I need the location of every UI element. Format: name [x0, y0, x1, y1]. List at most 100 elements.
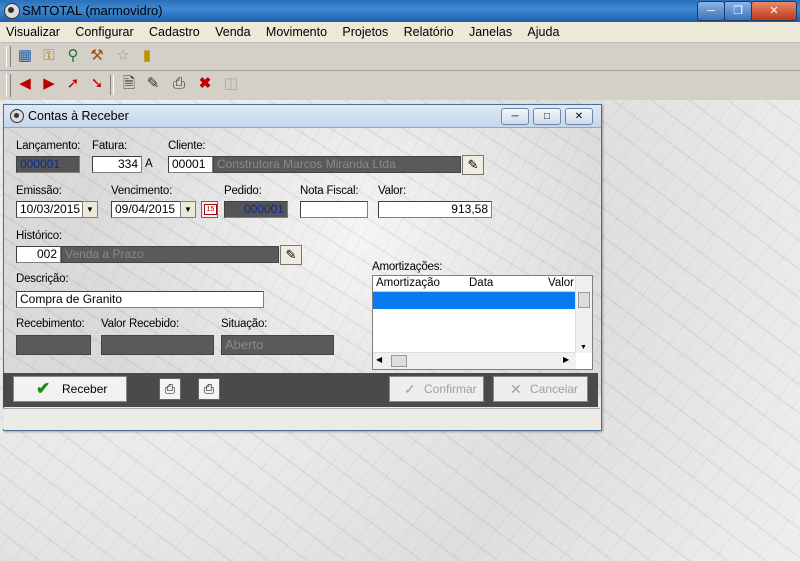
cliente-code-field[interactable]: 00001 [168, 156, 213, 173]
column-valor[interactable]: Valor [548, 277, 574, 289]
arrow-down-right-icon[interactable]: ➘ [88, 75, 106, 93]
scroll-left-icon[interactable]: ◀ [376, 355, 382, 364]
valor-recebido-field [101, 335, 214, 355]
print-icon[interactable]: ⎙ [170, 75, 188, 93]
amortizacoes-header: Amortização Data Valor [373, 276, 576, 292]
menu-cadastro[interactable]: Cadastro [143, 22, 206, 42]
dialog-body: Lançamento: 000001 Fatura: 334 A Cliente… [4, 128, 601, 396]
dialog-icon [10, 109, 24, 123]
menu-janelas[interactable]: Janelas [463, 22, 518, 42]
pedido-label: Pedido: [224, 185, 262, 197]
dialog-title: Contas à Receber [28, 109, 129, 123]
valor-recebido-label: Valor Recebido: [101, 318, 179, 330]
arrow-left-icon[interactable]: ◀ [16, 75, 34, 93]
emissao-label: Emissão: [16, 185, 62, 197]
scroll-down-icon[interactable]: ▼ [580, 344, 587, 351]
edit-document-icon[interactable]: ✎ [144, 75, 162, 93]
cancelar-button[interactable]: ✕ Cancelar [493, 376, 588, 402]
confirmar-button[interactable]: ✓ Confirmar [389, 376, 484, 402]
dialog-status-bar [3, 408, 600, 429]
menu-ajuda[interactable]: Ajuda [521, 22, 565, 42]
dialog-maximize-button[interactable]: □ [533, 108, 561, 125]
lancamento-field[interactable]: 000001 [16, 156, 80, 173]
horizontal-scrollbar[interactable]: ◀ ▶ [373, 352, 576, 369]
fatura-label: Fatura: [92, 140, 128, 152]
arrow-up-right-icon[interactable]: ➚ [64, 75, 82, 93]
selected-row[interactable] [373, 292, 576, 309]
new-document-icon[interactable]: 🗎 [120, 75, 138, 93]
calendar-icon[interactable] [201, 201, 218, 218]
vencimento-label: Vencimento: [111, 185, 173, 197]
checkmark-disabled-icon: ✓ [404, 381, 416, 397]
delete-icon[interactable]: ✖ [196, 75, 214, 93]
x-disabled-icon: ✕ [510, 381, 522, 397]
menu-configurar[interactable]: Configurar [69, 22, 139, 42]
exit-door-icon[interactable]: ▮ [138, 47, 156, 65]
situacao-field: Aberto [221, 335, 334, 355]
menu-visualizar[interactable]: Visualizar [0, 22, 66, 42]
key-icon[interactable]: ⚿ [40, 47, 58, 65]
toolbar-top: ▦ ⚿ ⚲ ⚒ ☆ ▮ [0, 43, 800, 71]
valor-field[interactable]: 913,58 [378, 201, 492, 218]
cancelar-label: Cancelar [530, 382, 579, 396]
toolbar-grip[interactable] [6, 74, 11, 97]
nota-fiscal-label: Nota Fiscal: [300, 185, 359, 197]
trash-icon: ◫ [223, 75, 239, 92]
confirmar-label: Confirmar [424, 382, 477, 396]
horizontal-scroll-thumb[interactable] [391, 355, 407, 367]
historico-code-field[interactable]: 002 [16, 246, 61, 263]
dialog-close-button[interactable]: ✕ [565, 108, 593, 125]
historico-name-field: Venda a Prazo [61, 246, 279, 263]
cliente-pick-button[interactable]: ✎ [462, 155, 484, 175]
toolbar-bottom: ◀ ▶ ➚ ➘ 🗎 ✎ ⎙ ✖ ◫ [0, 71, 800, 101]
toolbar-grip[interactable] [6, 46, 11, 67]
restore-button[interactable]: ❐ [724, 1, 752, 21]
menu-movimento[interactable]: Movimento [260, 22, 333, 42]
dialog-title-bar: Contas à Receber ─ □ ✕ [4, 105, 601, 128]
menu-projetos[interactable]: Projetos [336, 22, 394, 42]
valor-label: Valor: [378, 185, 406, 197]
menu-relatorio[interactable]: Relatório [398, 22, 460, 42]
receipt-print-icon-2[interactable]: ⎙ [198, 378, 220, 400]
emissao-dropdown-button[interactable]: ▼ [82, 201, 98, 218]
vertical-scroll-thumb[interactable] [578, 292, 590, 308]
lancamento-label: Lançamento: [16, 140, 81, 152]
historico-pick-button[interactable]: ✎ [280, 245, 302, 265]
column-data[interactable]: Data [469, 277, 493, 289]
calculator-icon[interactable]: ▦ [16, 47, 34, 65]
receber-button[interactable]: ✔ Receber [13, 376, 127, 402]
app-icon [4, 3, 20, 19]
menu-venda[interactable]: Venda [209, 22, 256, 42]
scroll-right-icon[interactable]: ▶ [563, 355, 569, 364]
descricao-field[interactable]: Compra de Granito [16, 291, 264, 308]
tools-icon[interactable]: ⚒ [88, 47, 106, 65]
handshake-icon: ☆ [116, 47, 130, 64]
menu-bar: Visualizar Configurar Cadastro Venda Mov… [0, 22, 800, 43]
app-title: SMTOTAL (marmovidro) [22, 3, 163, 18]
nota-fiscal-field[interactable] [300, 201, 368, 218]
descricao-label: Descrição: [16, 273, 69, 285]
cliente-name-field: Construtora Marcos Miranda Ltda [213, 156, 461, 173]
column-amortizacao[interactable]: Amortização [376, 277, 440, 289]
vencimento-dropdown-button[interactable]: ▼ [180, 201, 196, 218]
toolbar-separator [110, 75, 114, 95]
pedido-field: 000001 [224, 201, 288, 218]
cliente-label: Cliente: [168, 140, 206, 152]
amortizacoes-grid[interactable]: Amortização Data Valor ▼ ◀ ▶ [372, 275, 593, 370]
close-button[interactable]: ✕ [751, 1, 797, 21]
minimize-button[interactable]: ─ [697, 1, 725, 21]
arrow-right-icon[interactable]: ▶ [40, 75, 58, 93]
dialog-minimize-button[interactable]: ─ [501, 108, 529, 125]
receipt-print-icon[interactable]: ⎙ [159, 378, 181, 400]
dialog-button-bar: ✔ Receber ⎙ ⎙ ✓ Confirmar ✕ Cancelar [3, 373, 598, 407]
fatura-number-field[interactable]: 334 [92, 156, 142, 173]
amortizacoes-label: Amortizações: [372, 261, 443, 273]
recebimento-label: Recebimento: [16, 318, 85, 330]
checkmark-icon: ✔ [36, 379, 51, 398]
search-document-icon[interactable]: ⚲ [64, 47, 82, 65]
fatura-suffix: A [145, 158, 153, 170]
historico-label: Histórico: [16, 230, 62, 242]
recebimento-field [16, 335, 91, 355]
app-title-bar: SMTOTAL (marmovidro) ─ ❐ ✕ [0, 0, 800, 22]
vertical-scrollbar[interactable]: ▼ [575, 276, 592, 353]
